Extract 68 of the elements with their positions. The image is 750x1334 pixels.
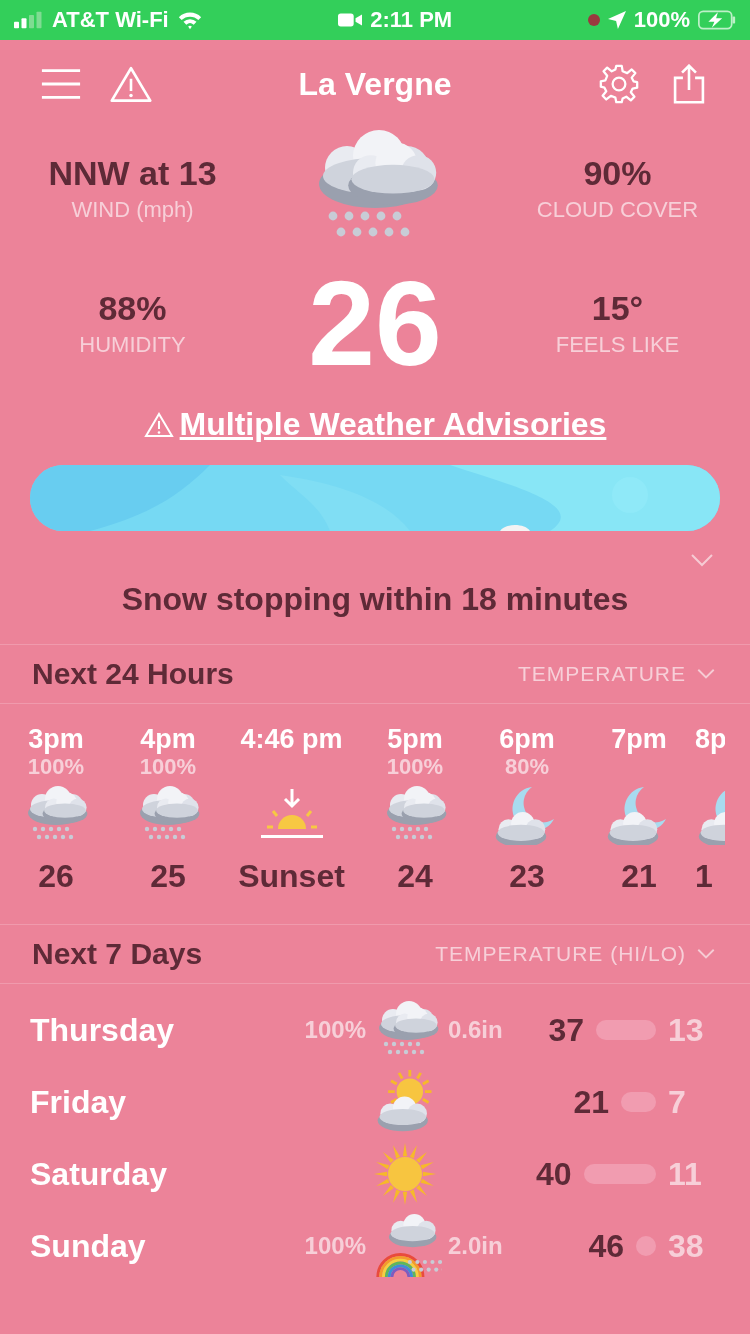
hour-time: 4pm xyxy=(140,724,196,754)
precip-chance: 100% xyxy=(386,754,444,780)
temperature-range-bar xyxy=(596,1020,656,1040)
precip-chance: 100% xyxy=(304,1016,366,1043)
wind-value: NNW at 13 xyxy=(48,153,217,193)
humidity-label: HUMIDITY xyxy=(79,331,186,358)
chevron-down-icon xyxy=(696,668,716,680)
data-selector[interactable]: TEMPERATURE xyxy=(517,662,716,686)
precip-chance: 100% xyxy=(304,1232,366,1259)
cloud-cover-value: 90% xyxy=(583,153,652,193)
carrier-name: AT&T Wi-Fi xyxy=(52,7,169,33)
warning-icon xyxy=(143,411,174,438)
settings-icon[interactable] xyxy=(598,64,640,104)
day-name: Sunday xyxy=(30,1227,147,1265)
day-name: Friday xyxy=(30,1083,128,1121)
battery-percent: 100% xyxy=(633,7,690,33)
low-temperature: 7 xyxy=(668,1083,687,1121)
cloud-cover-label: CLOUD COVER xyxy=(536,196,699,223)
temperature: 26 xyxy=(308,263,442,383)
battery-charging-icon xyxy=(698,10,736,30)
location-arrow-icon xyxy=(607,11,626,29)
hour-time: 3pm xyxy=(28,724,84,754)
precip-amount: 2.0in xyxy=(448,1232,503,1259)
recording-dot-icon xyxy=(587,14,600,26)
signal-icon xyxy=(14,11,44,29)
data-selector[interactable]: TEMPERATURE (HI/LO) xyxy=(435,942,716,966)
hour-time: 6pm xyxy=(499,724,555,754)
precip-chance: 100% xyxy=(27,754,85,780)
event-label: Sunset xyxy=(238,858,345,895)
hour-time: 8p xyxy=(695,724,725,754)
temperature-range-bar xyxy=(636,1236,656,1256)
hour-temperature: 25 xyxy=(150,858,186,895)
hour-temperature: 24 xyxy=(397,858,433,895)
video-camera-icon xyxy=(338,12,363,28)
wifi-icon xyxy=(176,10,203,30)
wind-label: WIND (mph) xyxy=(71,196,194,223)
feels-like-label: FEELS LIKE xyxy=(555,331,680,358)
hour-temperature: 26 xyxy=(38,858,74,895)
precip-amount: 0.6in xyxy=(448,1016,503,1043)
chevron-down-icon xyxy=(696,948,716,960)
section-title: Next 24 Hours xyxy=(32,657,234,691)
section-title: Next 7 Days xyxy=(32,937,203,971)
high-temperature: 37 xyxy=(548,1011,584,1049)
forecast-summary: Snow stopping within 18 minutes xyxy=(120,581,630,618)
high-temperature: 46 xyxy=(588,1227,624,1265)
hour-temperature: 21 xyxy=(621,858,657,895)
low-temperature: 38 xyxy=(668,1227,705,1265)
city-title: La Vergne xyxy=(297,65,453,103)
advisory-link[interactable]: Multiple Weather Advisories xyxy=(179,406,607,443)
hour-time: 5pm xyxy=(387,724,443,754)
feels-like-value: 15° xyxy=(591,288,644,328)
warning-icon[interactable] xyxy=(110,64,152,104)
humidity-value: 88% xyxy=(98,288,167,328)
temperature-range-bar xyxy=(621,1092,656,1112)
high-temperature: 21 xyxy=(573,1083,609,1121)
hour-temperature: 1 xyxy=(695,858,713,895)
day-name: Thursday xyxy=(30,1011,176,1049)
hour-time: 4:46 pm xyxy=(240,724,343,754)
low-temperature: 13 xyxy=(668,1011,705,1049)
hour-temperature: 23 xyxy=(509,858,545,895)
high-temperature: 40 xyxy=(535,1155,572,1193)
low-temperature: 11 xyxy=(668,1155,703,1193)
hour-time: 7pm xyxy=(611,724,667,754)
expand-chevron-icon[interactable] xyxy=(690,553,714,567)
status-time: 2:11 PM xyxy=(370,7,453,33)
precip-chance: 100% xyxy=(139,754,197,780)
precip-chance: 80% xyxy=(504,754,549,780)
day-name: Saturday xyxy=(30,1155,168,1193)
